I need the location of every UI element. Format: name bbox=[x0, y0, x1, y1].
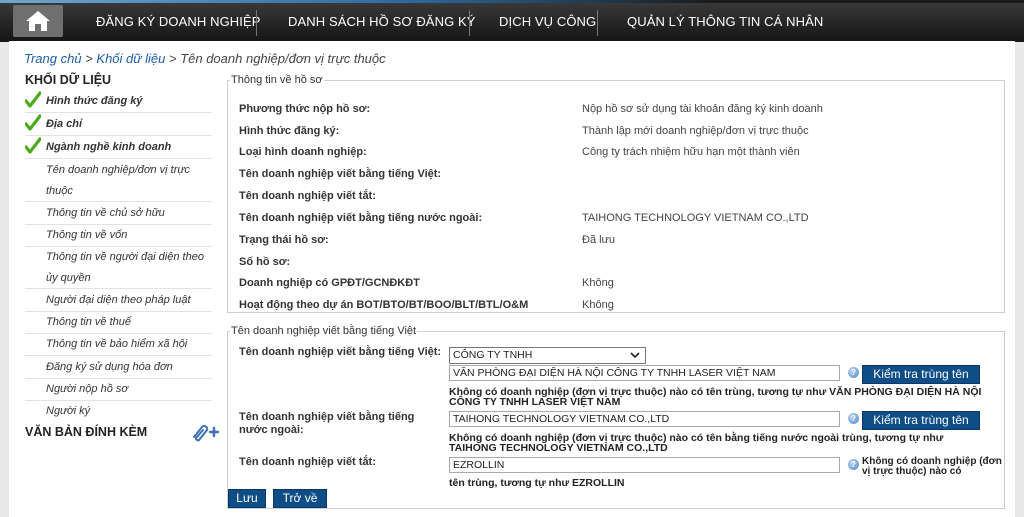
sidebar-item-label: Tên doanh nghiệp/đơn vị trực thuộc bbox=[46, 164, 190, 197]
nav-danh-sach-ho-so[interactable]: DANH SÁCH HỒ SƠ ĐĂNG KÝ bbox=[288, 0, 476, 42]
nav-dich-vu-cong[interactable]: DỊCH VỤ CÔNG bbox=[499, 0, 596, 42]
profile-label: Tên doanh nghiệp viết bằng tiếng Việt: bbox=[239, 168, 442, 180]
vn-name-label: Tên doanh nghiệp viết bằng tiếng Việt: bbox=[239, 346, 442, 358]
sidebar-item-von[interactable]: Thông tin về vốn bbox=[25, 225, 212, 247]
foreign-name-label: Tên doanh nghiệp viết bằng tiếng nước ng… bbox=[239, 411, 415, 436]
home-icon bbox=[26, 11, 50, 31]
nav-quan-ly-thong-tin[interactable]: QUẢN LÝ THÔNG TIN CÁ NHÂN bbox=[627, 0, 823, 42]
check-vn-name-button[interactable]: Kiểm tra trùng tên bbox=[862, 365, 980, 384]
profile-label: Trạng thái hồ sơ: bbox=[239, 234, 329, 246]
foreign-name-check-message: Không có doanh nghiệp (đơn vị trực thuộc… bbox=[449, 432, 944, 454]
sidebar-item-label: Hình thức đăng ký bbox=[46, 95, 143, 107]
profile-label: Hoạt động theo dự án BOT/BTO/BT/BOO/BLT/… bbox=[239, 299, 529, 311]
help-icon[interactable]: ? bbox=[848, 459, 859, 470]
sidebar-title: KHỐI DỮ LIỆU bbox=[25, 73, 112, 87]
profile-label: Tên doanh nghiệp viết bằng tiếng nước ng… bbox=[239, 212, 483, 224]
sidebar-item-label: Người đại diện theo pháp luật bbox=[46, 294, 191, 306]
top-navigation-bar: ĐĂNG KÝ DOANH NGHIỆP DANH SÁCH HỒ SƠ ĐĂN… bbox=[0, 0, 1024, 42]
sidebar-item-bao-hiem[interactable]: Thông tin về bảo hiểm xã hội bbox=[25, 334, 212, 356]
profile-info-legend: Thông tin về hồ sơ bbox=[230, 74, 324, 86]
home-button[interactable] bbox=[13, 5, 63, 37]
save-button[interactable]: Lưu bbox=[228, 489, 266, 508]
sidebar-item-nganh-nghe[interactable]: Ngành nghề kinh doanh bbox=[25, 137, 212, 159]
company-type-select[interactable]: CÔNG TY TNHH bbox=[449, 347, 646, 364]
profile-value: TAIHONG TECHNOLOGY VIETNAM CO.,LTD bbox=[582, 212, 809, 224]
profile-label: Loại hình doanh nghiệp: bbox=[239, 146, 367, 158]
nav-separator bbox=[597, 10, 598, 36]
check-icon bbox=[25, 114, 41, 131]
check-icon bbox=[25, 91, 41, 108]
help-icon[interactable]: ? bbox=[848, 413, 859, 424]
check-foreign-name-button[interactable]: Kiểm tra trùng tên bbox=[862, 411, 980, 430]
sidebar-item-label: Thông tin về chủ sở hữu bbox=[46, 207, 165, 219]
company-name-legend: Tên doanh nghiệp viết bằng tiếng Việt bbox=[230, 325, 418, 337]
check-icon bbox=[25, 137, 41, 154]
breadcrumb-separator: > bbox=[81, 51, 97, 66]
profile-value: Đã lưu bbox=[582, 234, 616, 246]
breadcrumb-current: Tên doanh nghiệp/đơn vị trực thuộc bbox=[180, 51, 386, 66]
abbr-name-label: Tên doanh nghiệp viết tắt: bbox=[239, 456, 376, 468]
sidebar-item-chu-so-huu[interactable]: Thông tin về chủ sở hữu bbox=[25, 203, 212, 225]
breadcrumb-home-link[interactable]: Trang chủ bbox=[24, 51, 82, 66]
sidebar-item-label: Thông tin về vốn bbox=[46, 229, 128, 241]
sidebar-item-nguoi-nop[interactable]: Người nộp hồ sơ bbox=[25, 379, 212, 401]
vn-name-input[interactable]: VĂN PHÒNG ĐẠI DIỆN HÀ NỘI CÔNG TY TNHH L… bbox=[449, 365, 840, 381]
sidebar-item-ten-doanh-nghiep[interactable]: Tên doanh nghiệp/đơn vị trực thuộc bbox=[25, 160, 212, 202]
profile-info-box: Thông tin về hồ sơ Phương thức nộp hồ sơ… bbox=[227, 74, 1005, 313]
sidebar-item-dai-dien-phap-luat[interactable]: Người đại diện theo pháp luật bbox=[25, 290, 212, 312]
sidebar-item-nguoi-ky[interactable]: Người ký bbox=[25, 401, 212, 423]
nav-dang-ky-doanh-nghiep[interactable]: ĐĂNG KÝ DOANH NGHIỆP bbox=[96, 0, 261, 42]
profile-label: Tên doanh nghiệp viết tắt: bbox=[239, 190, 376, 202]
company-type-selected: CÔNG TY TNHH bbox=[453, 349, 533, 361]
profile-label: Phương thức nộp hồ sơ: bbox=[239, 103, 371, 115]
attach-add-icon[interactable] bbox=[188, 422, 220, 442]
profile-value: Nộp hồ sơ sử dụng tài khoản đăng ký kinh… bbox=[582, 103, 823, 115]
profile-value: Thành lập mới doanh nghiệp/đơn vị trực t… bbox=[582, 125, 809, 137]
company-name-box: Tên doanh nghiệp viết bằng tiếng Việt Tê… bbox=[227, 325, 1005, 509]
sidebar-item-label: Đăng ký sử dụng hóa đơn bbox=[46, 361, 173, 373]
sidebar-item-label: Địa chỉ bbox=[46, 118, 83, 130]
abbr-name-input[interactable]: EZROLLIN bbox=[449, 457, 840, 473]
breadcrumb-section-link[interactable]: Khối dữ liệu bbox=[96, 51, 165, 66]
profile-label: Doanh nghiệp có GPĐT/GCNĐKĐT bbox=[239, 277, 420, 289]
sidebar-item-label: Thông tin về bảo hiểm xã hội bbox=[46, 338, 188, 350]
nav-separator bbox=[256, 10, 257, 36]
sidebar-item-label: Người nộp hồ sơ bbox=[46, 383, 129, 395]
breadcrumb-separator: > bbox=[165, 51, 181, 66]
sidebar-item-label: Ngành nghề kinh doanh bbox=[46, 141, 172, 153]
main-container: Trang chủ > Khối dữ liệu > Tên doanh ngh… bbox=[9, 41, 1015, 517]
nav-separator bbox=[469, 10, 470, 36]
breadcrumb: Trang chủ > Khối dữ liệu > Tên doanh ngh… bbox=[24, 51, 386, 66]
abbr-name-check-message: tên trùng, tương tự như EZROLLIN bbox=[449, 477, 625, 489]
sidebar-item-label: Thông tin về người đại diện theo ủy quyề… bbox=[46, 251, 204, 284]
sidebar-item-hoa-don[interactable]: Đăng ký sử dụng hóa đơn bbox=[25, 357, 212, 379]
foreign-name-input[interactable]: TAIHONG TECHNOLOGY VIETNAM CO.,LTD bbox=[449, 411, 840, 427]
abbr-name-check-message-side: Không có doanh nghiệp (đơn vị trực thuộc… bbox=[862, 456, 1002, 477]
sidebar-item-dia-chi[interactable]: Địa chỉ bbox=[25, 114, 212, 136]
sidebar-item-label: Người ký bbox=[46, 405, 91, 417]
attachments-title: VĂN BẢN ĐÍNH KÈM bbox=[25, 425, 148, 439]
profile-value: Công ty trách nhiệm hữu hạn một thành vi… bbox=[582, 146, 800, 158]
sidebar-item-label: Thông tin về thuế bbox=[46, 316, 132, 328]
vn-name-check-message: Không có doanh nghiệp (đơn vị trực thuộc… bbox=[449, 386, 982, 408]
chevron-down-icon bbox=[630, 352, 640, 359]
profile-label: Hình thức đăng ký: bbox=[239, 125, 340, 137]
sidebar-item-thue[interactable]: Thông tin về thuế bbox=[25, 312, 212, 334]
profile-value: Không bbox=[582, 277, 614, 289]
help-icon[interactable]: ? bbox=[848, 367, 859, 378]
profile-value: Không bbox=[582, 299, 614, 311]
sidebar-item-hinh-thuc-dang-ky[interactable]: Hình thức đăng ký bbox=[25, 91, 212, 113]
back-button[interactable]: Trở về bbox=[273, 489, 327, 508]
sidebar-item-nguoi-dai-dien-uy-quyen[interactable]: Thông tin về người đại diện theo ủy quyề… bbox=[25, 247, 212, 289]
profile-label: Số hồ sơ: bbox=[239, 256, 291, 268]
